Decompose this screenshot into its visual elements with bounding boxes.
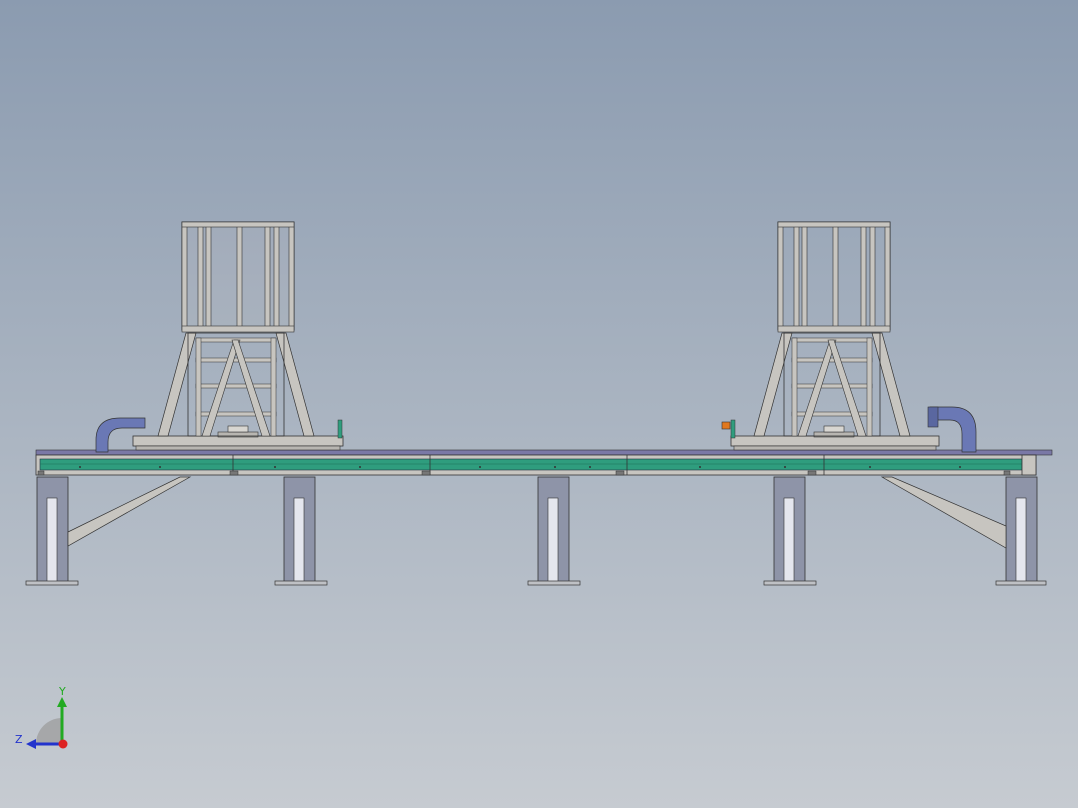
x-axis-icon: [58, 739, 68, 749]
support-post: [527, 476, 581, 586]
right-robot-stand[interactable]: [721, 221, 977, 453]
y-axis-label: Y: [58, 685, 66, 698]
support-post: [763, 476, 817, 586]
left-robot-stand[interactable]: [95, 221, 344, 453]
cad-viewport[interactable]: Y Z: [0, 0, 1078, 808]
gantry-model[interactable]: [0, 0, 1078, 808]
support-post: [274, 476, 328, 586]
base-beam: [35, 449, 1053, 476]
triad-arc: [36, 718, 62, 744]
support-posts: [25, 476, 1047, 586]
sensor-icon: [721, 421, 731, 430]
coordinate-triad[interactable]: Y Z: [0, 680, 90, 760]
diagonal-brace: [67, 476, 192, 547]
diagonal-brace: [880, 476, 1007, 549]
z-axis-label: Z: [15, 733, 23, 746]
